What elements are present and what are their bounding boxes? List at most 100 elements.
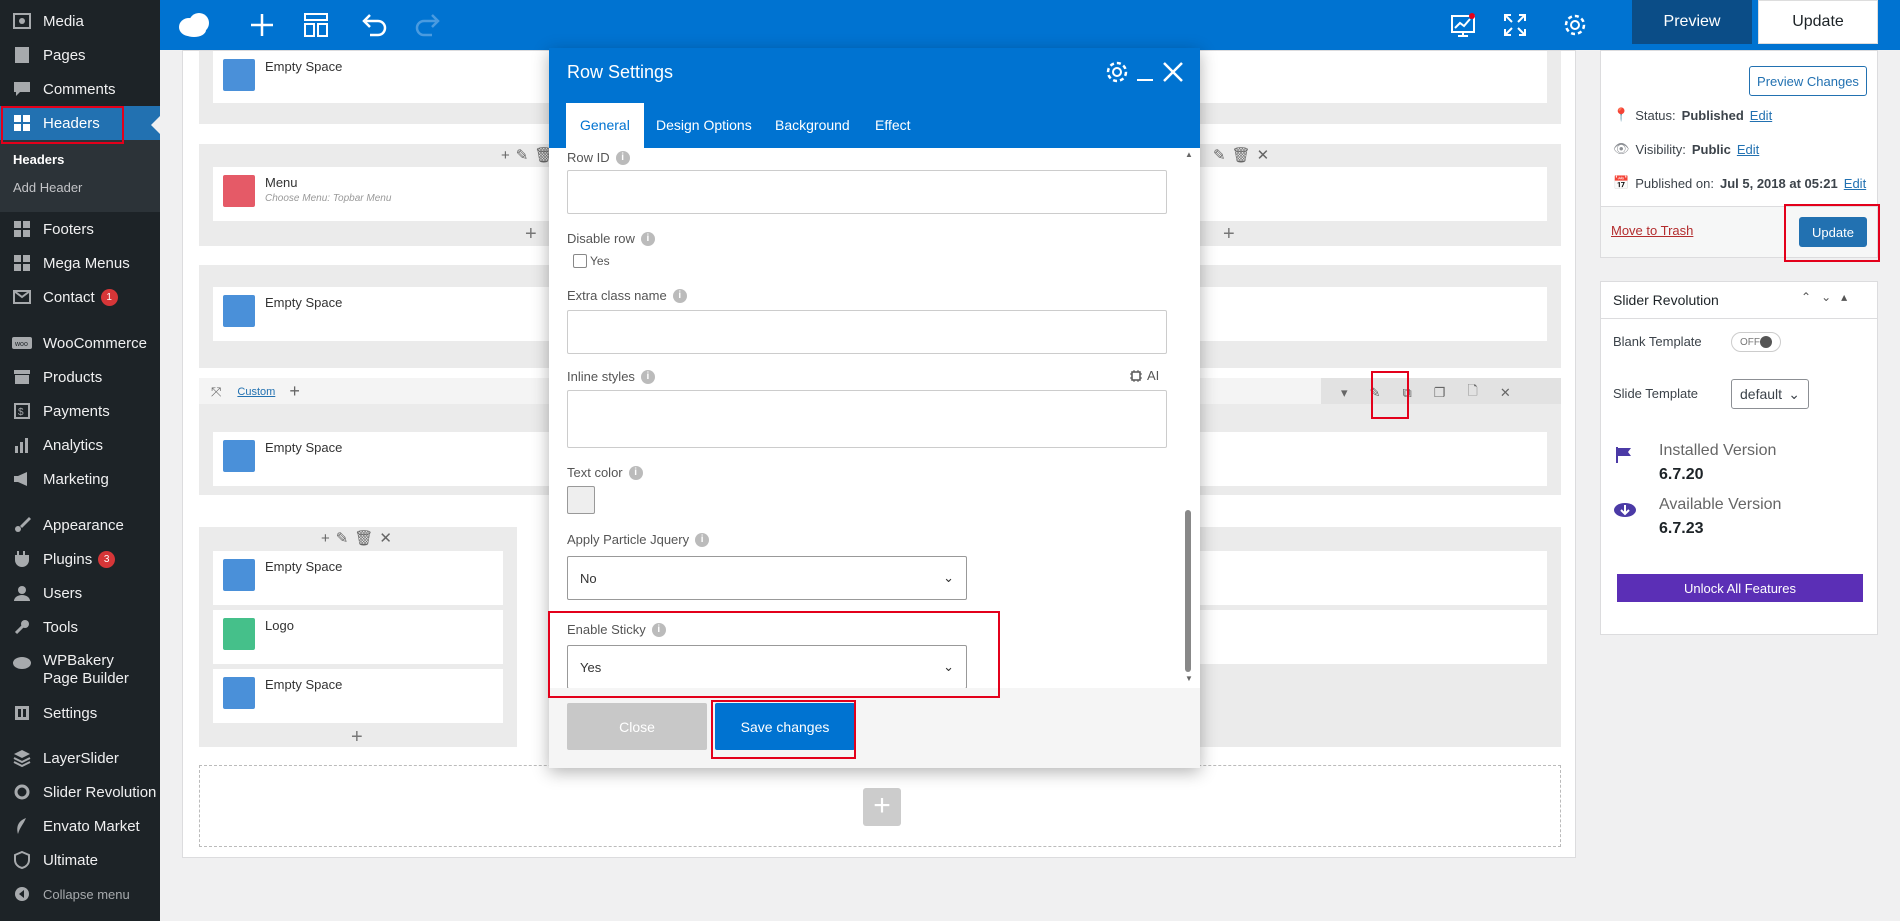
menu-media[interactable]: Media bbox=[0, 4, 160, 38]
page-settings-gear-icon[interactable] bbox=[1555, 0, 1595, 50]
preview-changes-button[interactable]: Preview Changes bbox=[1749, 66, 1867, 96]
submenu-add-header[interactable]: Add Header bbox=[0, 174, 160, 202]
menu-footers[interactable]: Footers bbox=[0, 212, 160, 246]
info-icon[interactable]: i bbox=[628, 465, 643, 480]
menu-headers[interactable]: Headers bbox=[0, 106, 160, 140]
custom-link[interactable]: Custom bbox=[237, 386, 275, 398]
slide-template-select[interactable]: default ⌄ bbox=[1731, 379, 1809, 409]
row-dropdown-icon[interactable]: ▾ bbox=[1341, 385, 1348, 401]
close-icon[interactable]: ✕ bbox=[1257, 146, 1270, 164]
tab-design-options[interactable]: Design Options bbox=[642, 103, 766, 148]
modal-settings-gear-icon[interactable] bbox=[1105, 60, 1129, 84]
column-controls[interactable]: + ✎ 🗑 ✕ bbox=[321, 529, 392, 548]
chevron-up-icon[interactable]: ⌃ bbox=[1801, 290, 1811, 304]
row-copy-icon[interactable]: ❐ bbox=[1434, 385, 1446, 401]
menu-contact[interactable]: Contact 1 bbox=[0, 280, 160, 314]
close-icon[interactable]: ✕ bbox=[379, 529, 392, 547]
menu-marketing[interactable]: Marketing bbox=[0, 462, 160, 496]
collapse-menu[interactable]: Collapse menu bbox=[0, 877, 160, 911]
disable-row-checkbox[interactable] bbox=[573, 254, 587, 268]
undo-icon[interactable] bbox=[354, 0, 394, 50]
info-icon[interactable]: i bbox=[651, 622, 666, 637]
column-controls[interactable]: + ✎ 🗑 bbox=[501, 146, 553, 165]
update-button[interactable]: Update bbox=[1799, 217, 1867, 247]
menu-woocommerce[interactable]: woo WooCommerce bbox=[0, 326, 160, 360]
edit-icon[interactable]: ✎ bbox=[336, 529, 349, 547]
info-icon[interactable]: i bbox=[640, 369, 655, 384]
column-controls-right[interactable]: ✎ 🗑 ✕ bbox=[1213, 146, 1269, 164]
seo-chart-icon[interactable] bbox=[1443, 0, 1483, 50]
info-icon[interactable]: i bbox=[640, 231, 655, 246]
edit-status-link[interactable]: Edit bbox=[1750, 108, 1772, 123]
templates-icon[interactable] bbox=[296, 0, 336, 50]
add-icon[interactable]: + bbox=[501, 147, 510, 164]
toolbar-update-button[interactable]: Update bbox=[1758, 0, 1878, 44]
edit-icon[interactable]: ✎ bbox=[516, 146, 529, 164]
menu-settings[interactable]: Settings bbox=[0, 696, 160, 730]
minimize-icon[interactable] bbox=[1135, 60, 1155, 84]
menu-mega-menus[interactable]: Mega Menus bbox=[0, 246, 160, 280]
triangle-up-icon[interactable]: ▴ bbox=[1841, 290, 1847, 304]
menu-users[interactable]: Users bbox=[0, 576, 160, 610]
extra-class-input[interactable] bbox=[567, 310, 1167, 354]
menu-layerslider[interactable]: LayerSlider bbox=[0, 741, 160, 775]
menu-pages[interactable]: Pages bbox=[0, 38, 160, 72]
move-icon[interactable]: ⤧ bbox=[211, 384, 221, 400]
edit-icon[interactable]: ✎ bbox=[1213, 146, 1226, 164]
add-element-plus-icon[interactable]: + bbox=[525, 224, 537, 244]
info-icon[interactable]: i bbox=[615, 150, 630, 165]
row-paste-icon[interactable]: 🗋 bbox=[1467, 382, 1477, 404]
add-element-plus-icon[interactable]: + bbox=[351, 727, 363, 747]
row-4-actions[interactable]: ▾ ✎ ⧉ ❐ 🗋 ✕ bbox=[1341, 382, 1511, 404]
element-placeholder[interactable] bbox=[1183, 551, 1547, 605]
element-placeholder[interactable] bbox=[1183, 610, 1547, 664]
unlock-all-features-button[interactable]: Unlock All Features bbox=[1617, 574, 1863, 602]
element-logo[interactable]: Logo bbox=[213, 610, 503, 664]
menu-plugins[interactable]: Plugins 3 bbox=[0, 542, 160, 576]
row-duplicate-icon[interactable]: ⧉ bbox=[1402, 385, 1411, 401]
menu-comments[interactable]: Comments bbox=[0, 72, 160, 106]
add-row-plus-icon[interactable]: + bbox=[863, 788, 901, 826]
wpbakery-logo-icon[interactable] bbox=[174, 0, 214, 50]
modal-scrollbar[interactable]: ▲ ▼ bbox=[1183, 150, 1193, 685]
tab-effect[interactable]: Effect bbox=[861, 103, 925, 148]
delete-icon[interactable]: 🗑 bbox=[1232, 146, 1251, 164]
menu-appearance[interactable]: Appearance bbox=[0, 508, 160, 542]
row-4-left-controls[interactable]: ⤧ Custom + bbox=[211, 381, 300, 402]
tab-general[interactable]: General bbox=[566, 103, 644, 148]
preview-button[interactable]: Preview bbox=[1632, 0, 1752, 44]
add-icon[interactable]: + bbox=[321, 530, 330, 547]
particle-select[interactable]: No ⌄ bbox=[567, 556, 967, 600]
edit-date-link[interactable]: Edit bbox=[1844, 176, 1866, 191]
element-empty-space[interactable]: Empty Space bbox=[213, 551, 503, 605]
add-element-plus-icon[interactable]: + bbox=[1223, 224, 1235, 244]
menu-analytics[interactable]: Analytics bbox=[0, 428, 160, 462]
row-edit-pencil-icon[interactable]: ✎ bbox=[1370, 385, 1381, 401]
blank-template-toggle[interactable]: OFF bbox=[1731, 332, 1781, 352]
close-icon[interactable] bbox=[1161, 60, 1185, 84]
box-controls[interactable]: ⌃ ⌄ ▴ bbox=[1801, 290, 1847, 304]
add-element-icon[interactable] bbox=[242, 0, 282, 50]
info-icon[interactable]: i bbox=[672, 288, 687, 303]
move-to-trash-link[interactable]: Move to Trash bbox=[1611, 223, 1693, 238]
edit-visibility-link[interactable]: Edit bbox=[1737, 142, 1759, 157]
menu-wpbakery[interactable]: WPBakery Page Builder bbox=[0, 646, 160, 690]
scrollbar-thumb[interactable] bbox=[1185, 510, 1191, 672]
ai-assist-button[interactable]: AI bbox=[1129, 368, 1159, 383]
menu-slider-revolution[interactable]: Slider Revolution bbox=[0, 775, 160, 809]
menu-payments[interactable]: $ Payments bbox=[0, 394, 160, 428]
info-icon[interactable]: i bbox=[695, 532, 710, 547]
chevron-down-icon[interactable]: ⌄ bbox=[1821, 290, 1831, 304]
row-delete-icon[interactable]: ✕ bbox=[1500, 385, 1511, 401]
menu-envato-market[interactable]: Envato Market bbox=[0, 809, 160, 843]
submenu-headers[interactable]: Headers bbox=[0, 146, 160, 174]
scroll-up-icon[interactable]: ▲ bbox=[1185, 150, 1193, 159]
close-button[interactable]: Close bbox=[567, 703, 707, 750]
sticky-select[interactable]: Yes ⌄ bbox=[567, 645, 967, 689]
menu-ultimate[interactable]: Ultimate bbox=[0, 843, 160, 877]
tab-background[interactable]: Background bbox=[761, 103, 864, 148]
scroll-down-icon[interactable]: ▼ bbox=[1185, 674, 1193, 683]
text-color-picker[interactable] bbox=[567, 486, 595, 514]
save-changes-button[interactable]: Save changes bbox=[715, 703, 855, 750]
menu-tools[interactable]: Tools bbox=[0, 610, 160, 644]
